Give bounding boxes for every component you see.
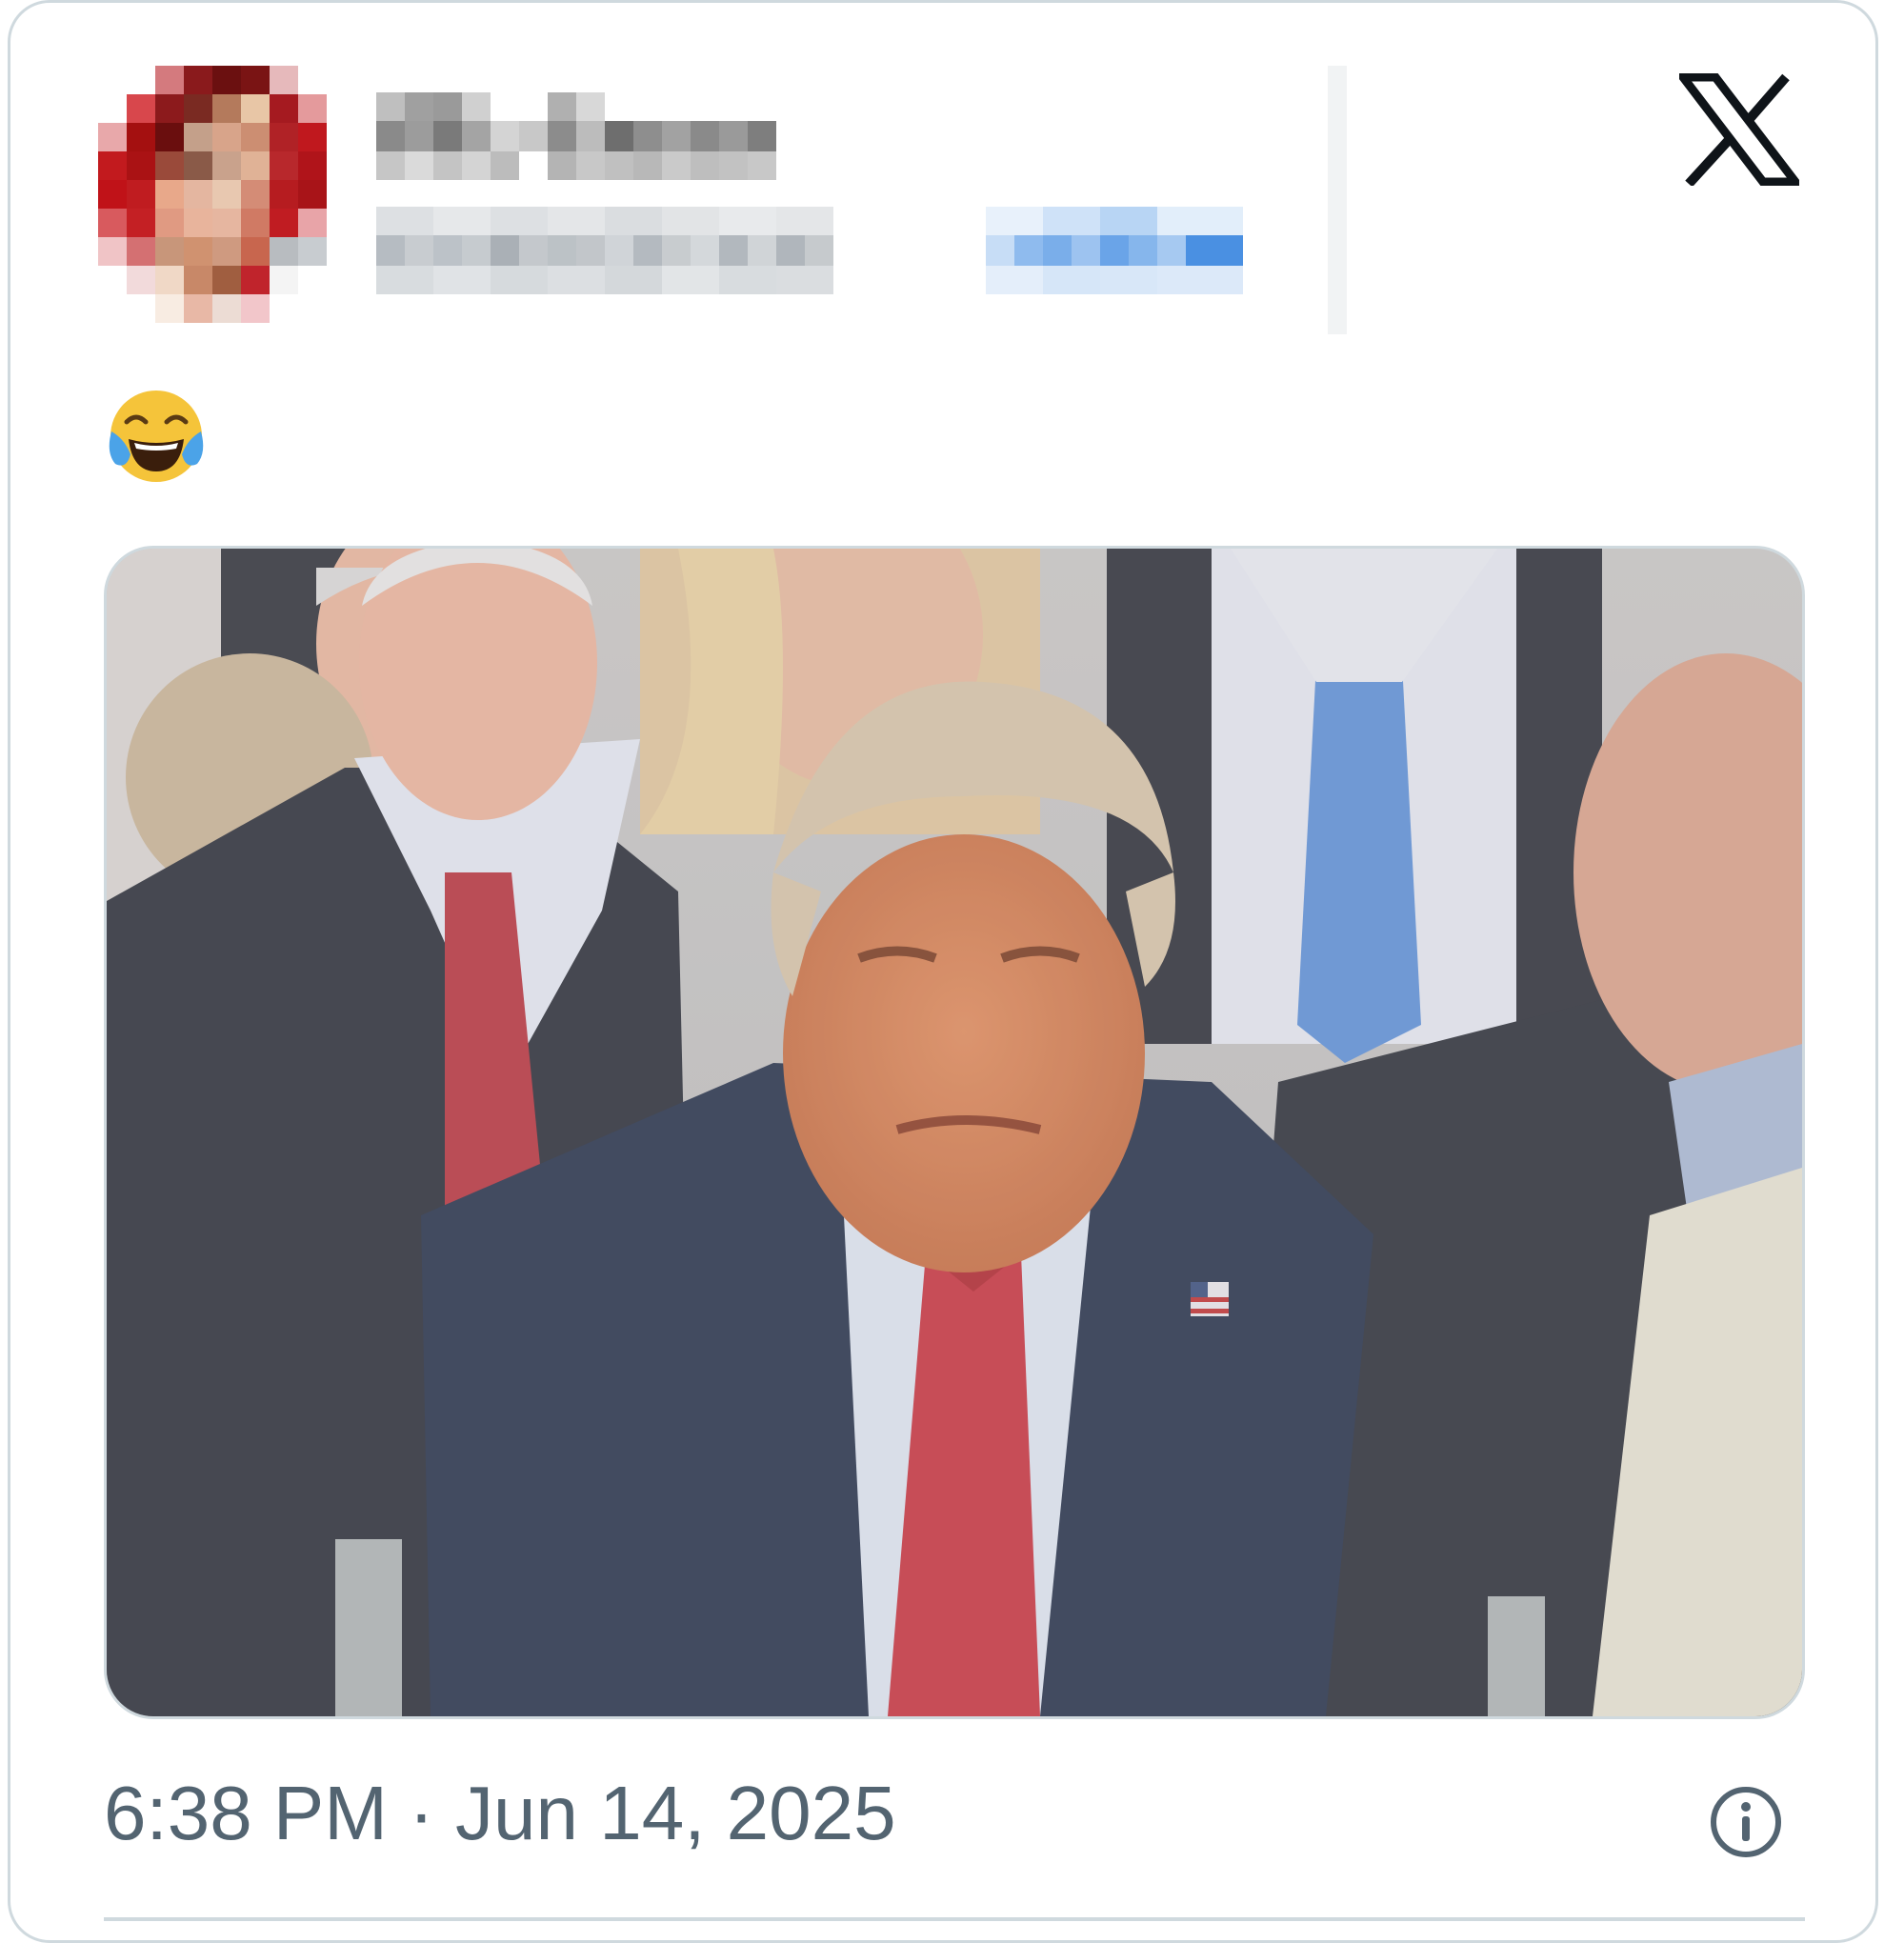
- tweet-timestamp[interactable]: 6:38 PM · Jun 14, 2025: [104, 1770, 896, 1857]
- info-icon[interactable]: [1708, 1784, 1784, 1860]
- author-handle[interactable]: [376, 207, 929, 296]
- divider: [104, 1917, 1805, 1921]
- x-logo-icon[interactable]: [1674, 72, 1805, 188]
- tweet-media-image[interactable]: [104, 546, 1805, 1719]
- tweet-card[interactable]: 6:38 PM · Jun 14, 2025: [8, 0, 1878, 1943]
- author-name[interactable]: [376, 92, 786, 182]
- avatar[interactable]: [98, 66, 355, 323]
- header-divider: [1328, 66, 1347, 334]
- tears-of-joy-emoji-icon: [106, 386, 207, 487]
- follow-link[interactable]: [986, 207, 1243, 296]
